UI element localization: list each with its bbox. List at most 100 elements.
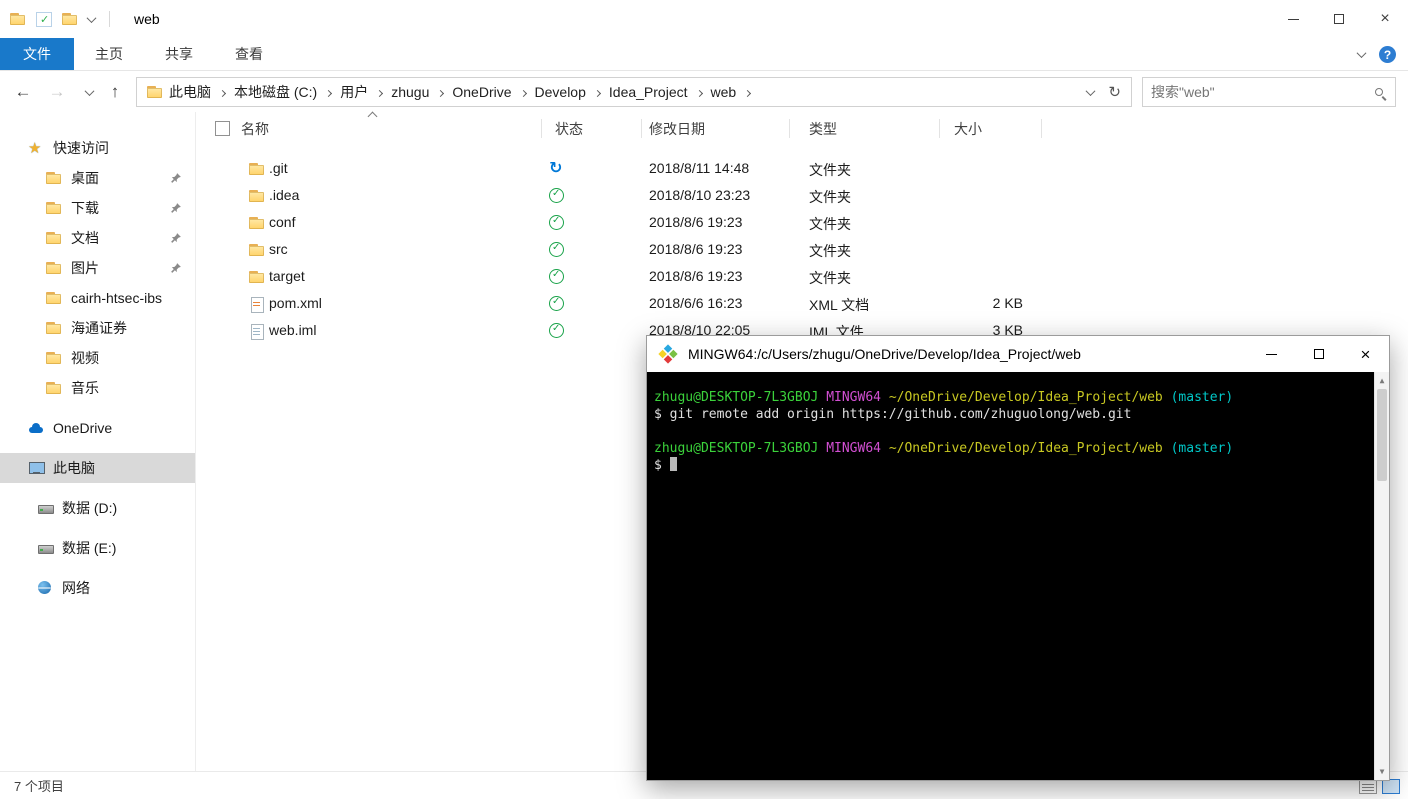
sidebar-item-label: 海通证券 <box>71 320 127 336</box>
terminal-content[interactable]: zhugu@DESKTOP-7L3GBOJ MINGW64 ~/OneDrive… <box>647 372 1389 780</box>
forward-button[interactable]: → <box>44 79 70 105</box>
qat-customize-chevron-icon[interactable] <box>86 12 97 23</box>
column-separator[interactable] <box>939 119 940 138</box>
git-bash-icon <box>658 344 678 364</box>
sidebar-item-onedrive[interactable]: OneDrive <box>0 413 195 443</box>
terminal-maximize-button[interactable] <box>1295 336 1342 372</box>
window-folder-icon <box>10 11 26 27</box>
chevron-right-icon[interactable] <box>376 83 384 101</box>
network-globe-icon <box>37 580 53 596</box>
chevron-right-icon[interactable] <box>695 83 703 101</box>
chevron-right-icon[interactable] <box>744 83 752 101</box>
prompt-user-host: zhugu@DESKTOP-7L3GBOJ <box>654 441 819 456</box>
column-header-type[interactable]: 类型 <box>809 119 837 139</box>
breadcrumb-develop[interactable]: Develop <box>533 84 588 100</box>
breadcrumb-idea-project[interactable]: Idea_Project <box>607 84 690 100</box>
column-separator[interactable] <box>541 119 542 138</box>
file-row-target[interactable]: target 2018/8/6 19:23 文件夹 <box>197 264 1408 291</box>
scrollbar-thumb[interactable] <box>1377 389 1387 481</box>
column-header-status[interactable]: 状态 <box>555 119 583 139</box>
address-bar[interactable]: 此电脑 本地磁盘 (C:) 用户 zhugu OneDrive Develop … <box>136 77 1132 107</box>
sidebar-item-music[interactable]: 音乐 <box>0 373 195 403</box>
ribbon-expand-chevron-icon[interactable] <box>1356 48 1367 59</box>
sidebar-item-drive-e[interactable]: 数据 (E:) <box>0 533 195 563</box>
breadcrumb-zhugu[interactable]: zhugu <box>389 84 431 100</box>
breadcrumb-this-pc[interactable]: 此电脑 <box>167 82 213 102</box>
search-input[interactable] <box>1151 84 1375 100</box>
xml-file-icon <box>249 296 265 313</box>
breadcrumb-web[interactable]: web <box>709 84 739 100</box>
column-separator[interactable] <box>641 119 642 138</box>
select-all-checkbox[interactable] <box>215 121 230 136</box>
search-box[interactable] <box>1142 77 1396 107</box>
prompt-shell: MINGW64 <box>826 390 881 405</box>
refresh-button[interactable]: ↻ <box>1108 83 1121 101</box>
quick-access-folder-icon[interactable] <box>62 11 78 27</box>
column-separator[interactable] <box>789 119 790 138</box>
folder-icon <box>249 188 265 204</box>
back-button[interactable]: ← <box>10 79 36 105</box>
file-row-git[interactable]: .git 2018/8/11 14:48 文件夹 <box>197 156 1408 183</box>
address-dropdown-chevron-icon[interactable] <box>1085 85 1096 96</box>
terminal-scrollbar[interactable]: ▲ ▼ <box>1374 372 1389 780</box>
details-view-button[interactable] <box>1359 779 1377 794</box>
terminal-titlebar[interactable]: MINGW64:/c/Users/zhugu/OneDrive/Develop/… <box>647 336 1389 372</box>
prompt-user-host: zhugu@DESKTOP-7L3GBOJ <box>654 390 819 405</box>
sidebar-item-label: 图片 <box>71 260 99 276</box>
tab-file[interactable]: 文件 <box>0 38 74 70</box>
quick-access-check-icon[interactable] <box>36 11 52 27</box>
breadcrumb-onedrive[interactable]: OneDrive <box>450 84 513 100</box>
chevron-right-icon[interactable] <box>437 83 445 101</box>
history-chevron-icon[interactable] <box>76 79 102 105</box>
chevron-right-icon[interactable] <box>218 83 227 101</box>
sidebar-item-pictures[interactable]: 图片 <box>0 253 195 283</box>
folder-icon <box>46 380 62 396</box>
column-header-name[interactable]: 名称 <box>241 119 269 139</box>
column-header-size[interactable]: 大小 <box>954 119 982 139</box>
sidebar-item-videos[interactable]: 视频 <box>0 343 195 373</box>
chevron-down-icon <box>84 85 94 96</box>
scroll-down-icon[interactable]: ▼ <box>1375 764 1389 779</box>
sidebar-item-cairh-htsec-ibs[interactable]: cairh-htsec-ibs <box>0 283 195 313</box>
sync-complete-icon <box>549 242 564 257</box>
file-name: .idea <box>269 187 300 203</box>
explorer-titlebar[interactable]: web × <box>0 0 1408 38</box>
file-row-idea[interactable]: .idea 2018/8/10 23:23 文件夹 <box>197 183 1408 210</box>
search-icon[interactable] <box>1375 88 1383 96</box>
up-button[interactable]: ↑ <box>102 79 128 105</box>
sidebar-item-drive-d[interactable]: 数据 (D:) <box>0 493 195 523</box>
column-separator[interactable] <box>1041 119 1042 138</box>
breadcrumb-users[interactable]: 用户 <box>338 82 370 102</box>
folder-icon <box>46 350 62 366</box>
breadcrumb-c-drive[interactable]: 本地磁盘 (C:) <box>232 82 319 102</box>
tab-home[interactable]: 主页 <box>74 38 144 70</box>
tab-view[interactable]: 查看 <box>214 38 284 70</box>
sidebar-item-documents[interactable]: 文档 <box>0 223 195 253</box>
sidebar-item-network[interactable]: 网络 <box>0 573 195 603</box>
thumbnails-view-button[interactable] <box>1382 779 1400 794</box>
minimize-icon <box>1266 353 1277 355</box>
file-row-conf[interactable]: conf 2018/8/6 19:23 文件夹 <box>197 210 1408 237</box>
sidebar-item-label: 文档 <box>71 230 99 246</box>
terminal-close-button[interactable]: × <box>1342 336 1389 372</box>
folder-icon <box>249 242 265 258</box>
tab-share[interactable]: 共享 <box>144 38 214 70</box>
sidebar-item-this-pc[interactable]: 此电脑 <box>0 453 195 483</box>
column-header-date[interactable]: 修改日期 <box>649 119 705 139</box>
chevron-right-icon[interactable] <box>519 83 527 101</box>
chevron-right-icon[interactable] <box>325 83 333 101</box>
file-row-src[interactable]: src 2018/8/6 19:23 文件夹 <box>197 237 1408 264</box>
prompt-branch: (master) <box>1170 390 1234 405</box>
help-button[interactable]: ? <box>1379 46 1396 63</box>
sidebar-item-desktop[interactable]: 桌面 <box>0 163 195 193</box>
chevron-right-icon[interactable] <box>593 83 601 101</box>
terminal-minimize-button[interactable] <box>1248 336 1295 372</box>
explorer-maximize-button[interactable] <box>1316 0 1362 38</box>
scroll-up-icon[interactable]: ▲ <box>1375 373 1389 388</box>
sidebar-item-quick-access[interactable]: 快速访问 <box>0 133 195 163</box>
sidebar-item-haitong[interactable]: 海通证券 <box>0 313 195 343</box>
explorer-minimize-button[interactable] <box>1270 0 1316 38</box>
explorer-close-button[interactable]: × <box>1362 0 1408 38</box>
sidebar-item-downloads[interactable]: 下载 <box>0 193 195 223</box>
file-row-pom-xml[interactable]: pom.xml 2018/6/6 16:23 XML 文档 2 KB <box>197 291 1408 318</box>
